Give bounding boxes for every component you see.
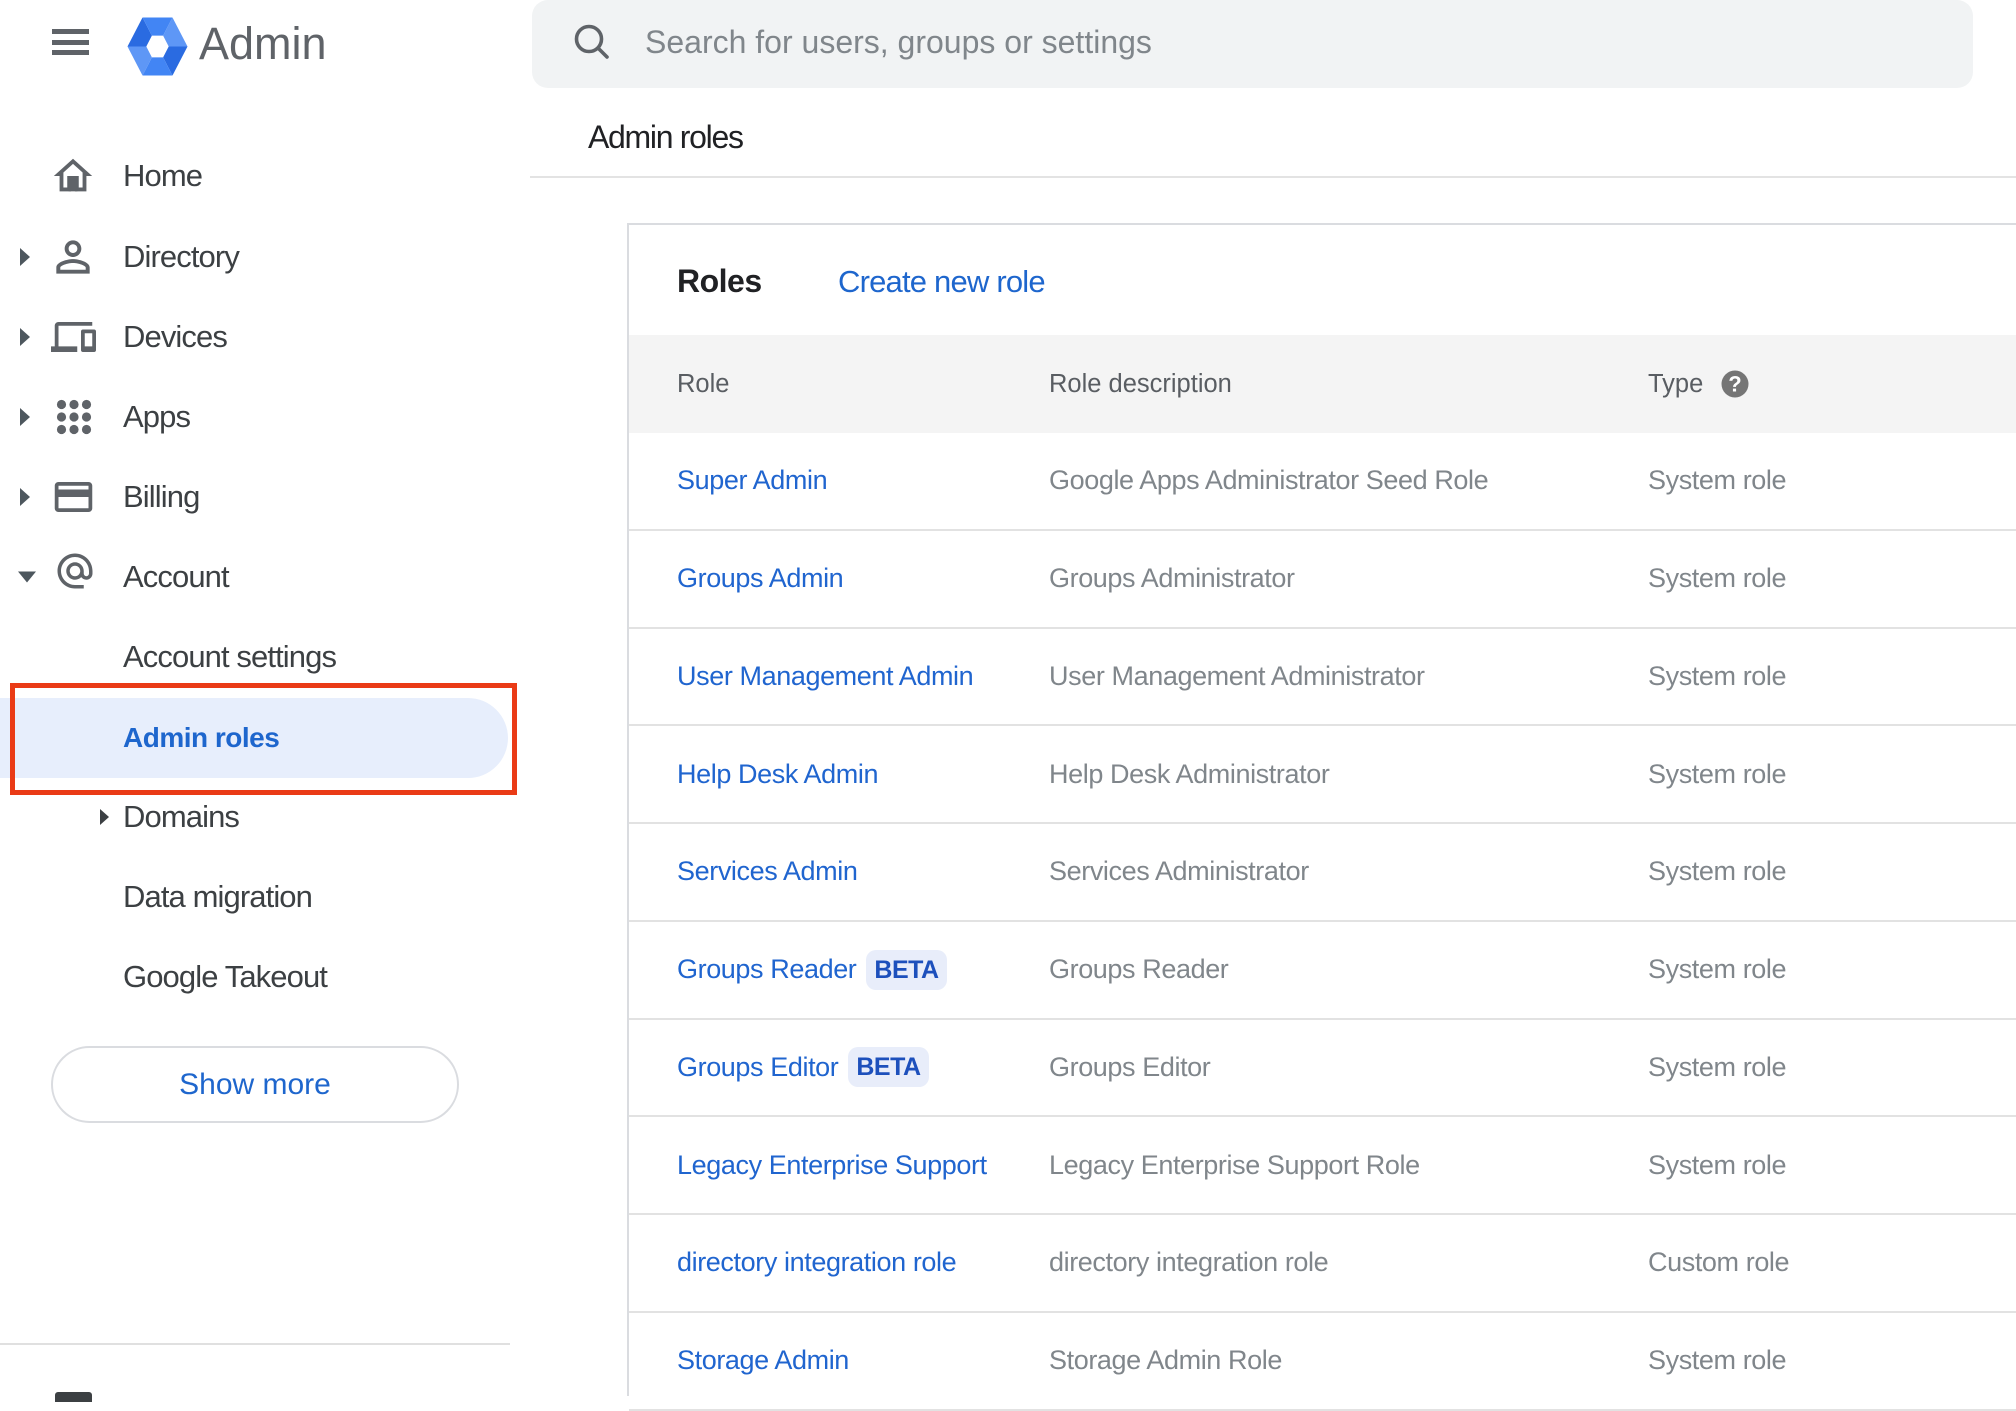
svg-text:?: ?	[1728, 372, 1741, 397]
